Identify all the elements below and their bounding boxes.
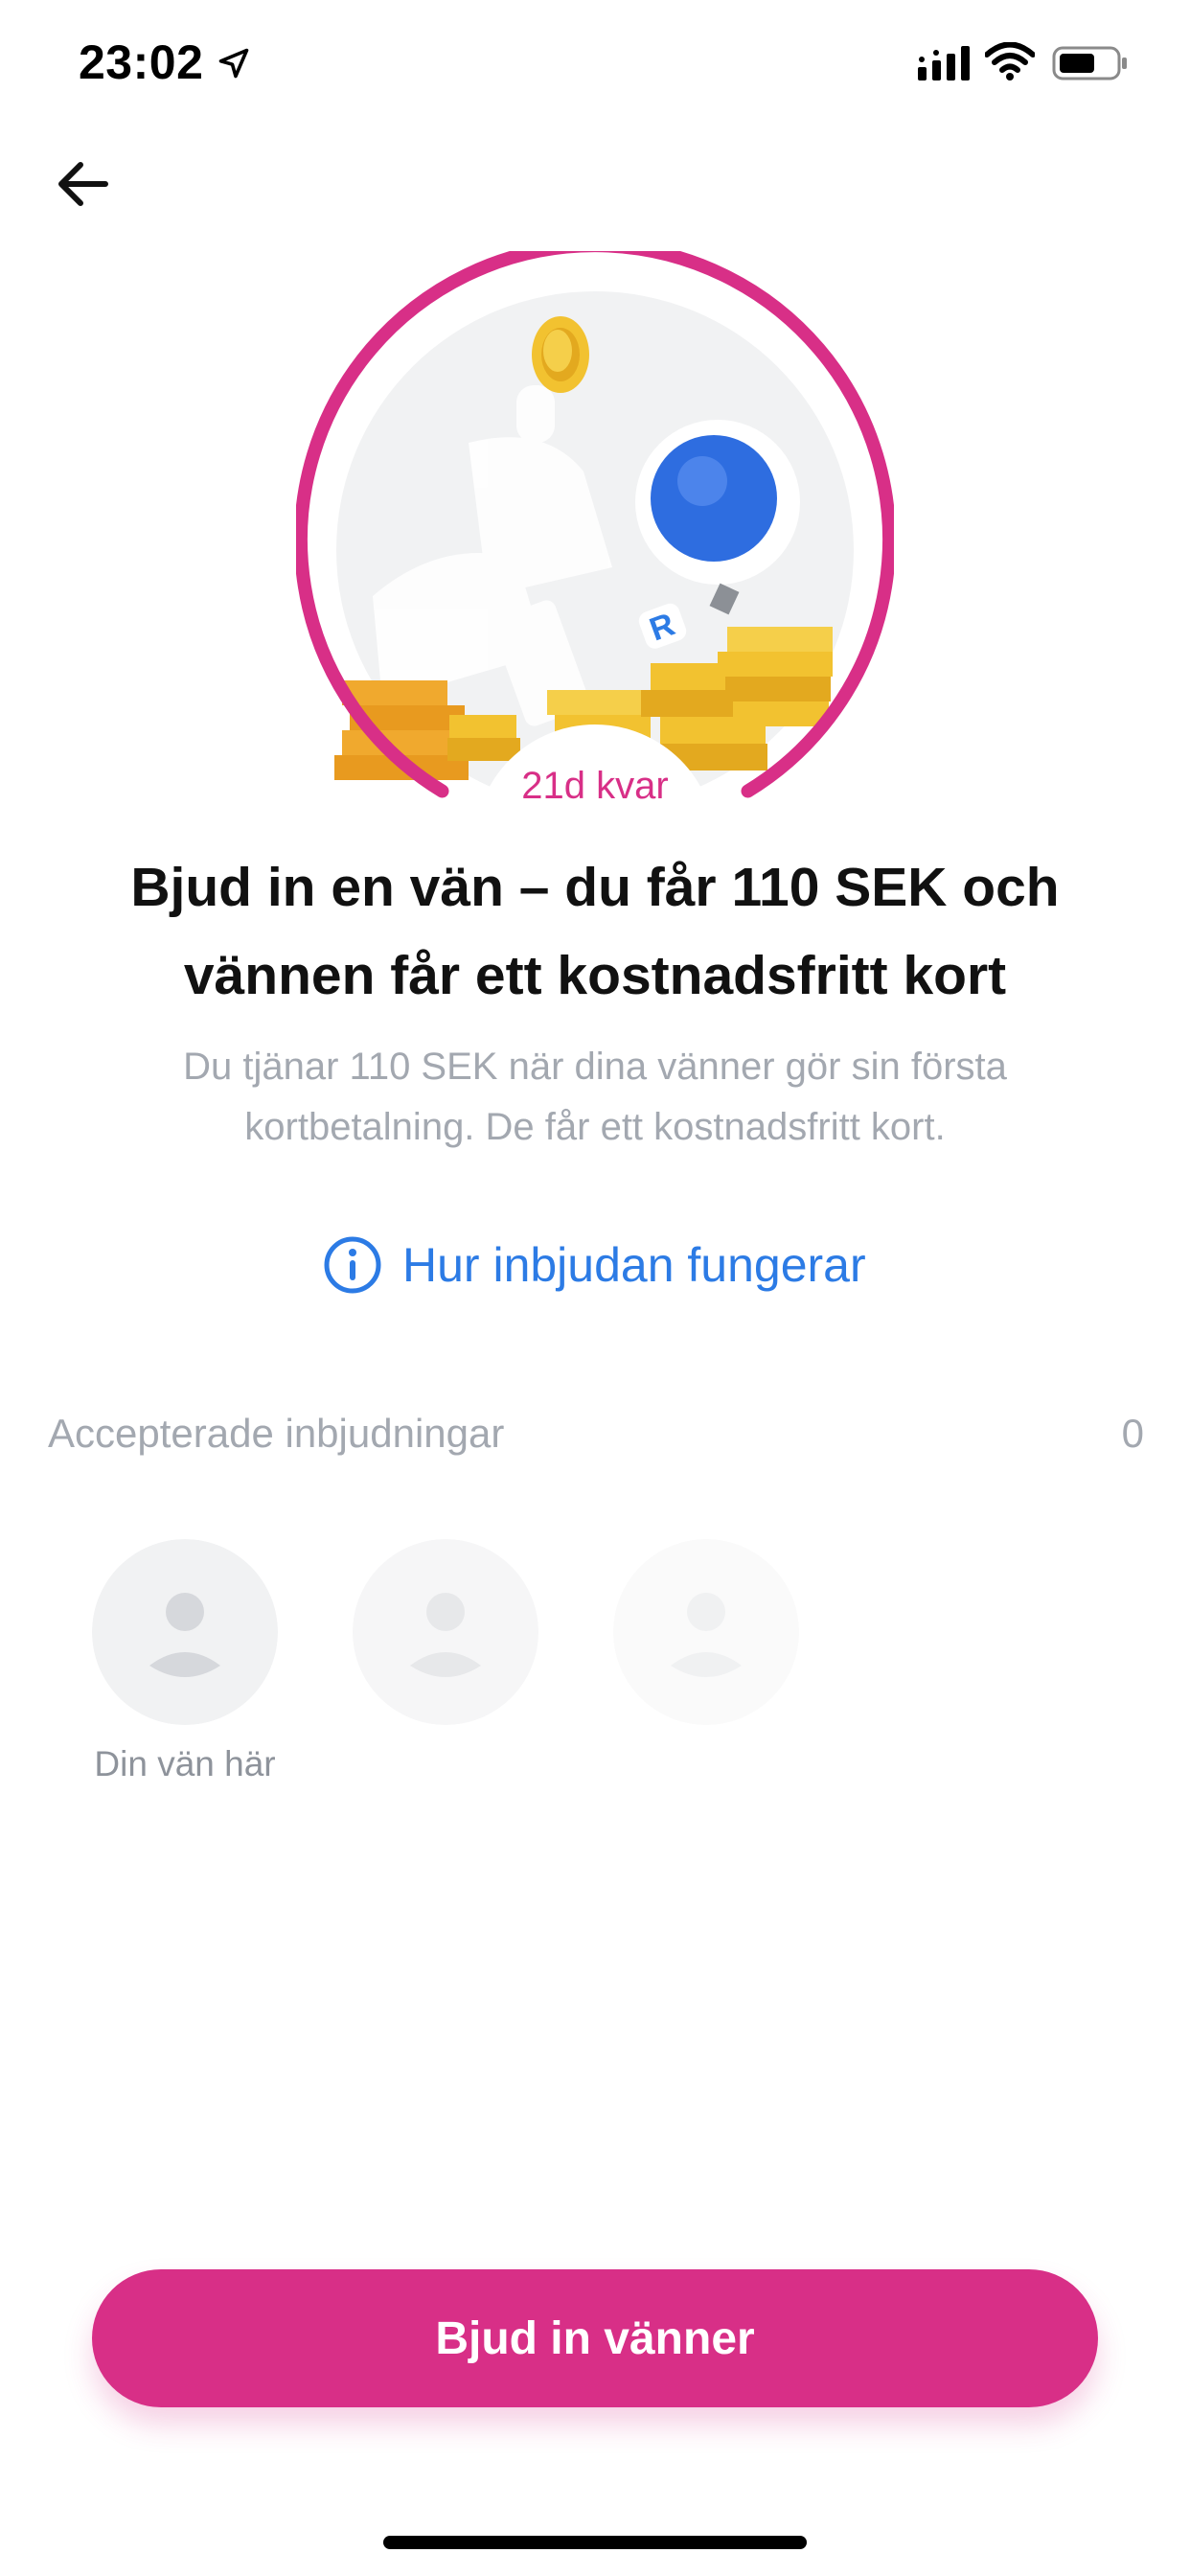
battery-icon: [1052, 46, 1127, 80]
description: Du tjänar 110 SEK när dina vänner gör si…: [125, 1037, 1065, 1158]
days-left-label: 21d kvar: [521, 765, 669, 807]
info-icon: [324, 1236, 381, 1294]
how-invitations-work-label: Hur inbjudan fungerar: [402, 1238, 866, 1292]
description-line-2: kortbetalning. De får ett kostnadsfritt …: [244, 1106, 946, 1148]
hero-illustration: R: [296, 251, 894, 807]
location-arrow-icon: [218, 48, 249, 79]
avatar-placeholder-icon: [613, 1539, 799, 1725]
friend-slot-3[interactable]: [613, 1539, 799, 1725]
page-title: Bjud in en vän – du får 110 SEK och vänn…: [105, 843, 1085, 1020]
invite-friends-label: Bjud in vänner: [435, 2312, 755, 2364]
friend-slot-1-caption: Din vän här: [57, 1744, 316, 1784]
how-invitations-work-link[interactable]: Hur inbjudan fungerar: [322, 1230, 866, 1300]
friend-slot-1-caption-text: Din vän här: [94, 1744, 276, 1783]
avatar-placeholder-icon: [353, 1539, 538, 1725]
home-indicator: [383, 2536, 807, 2549]
description-line-1: Du tjänar 110 SEK när dina vänner gör si…: [183, 1046, 1007, 1088]
headline-line-1: Bjud in en vän – du får 110 SEK och: [130, 857, 1060, 918]
status-time: 23:02: [79, 35, 204, 89]
accepted-invitations-label: Accepterade inbjudningar: [48, 1411, 505, 1456]
friend-slot-2[interactable]: [353, 1539, 538, 1725]
accepted-invitations-count: 0: [1121, 1411, 1144, 1456]
friend-slot-1[interactable]: [92, 1539, 278, 1725]
status-bar: 23:02: [0, 0, 1190, 126]
invite-friends-button[interactable]: Bjud in vänner: [92, 2269, 1098, 2407]
headline-line-2: vännen får ett kostnadsfritt kort: [183, 945, 1007, 1006]
back-arrow-icon[interactable]: [50, 150, 119, 218]
avatar-placeholder-icon: [92, 1539, 278, 1725]
wifi-icon: [985, 42, 1035, 80]
signal-icon: [918, 46, 970, 80]
